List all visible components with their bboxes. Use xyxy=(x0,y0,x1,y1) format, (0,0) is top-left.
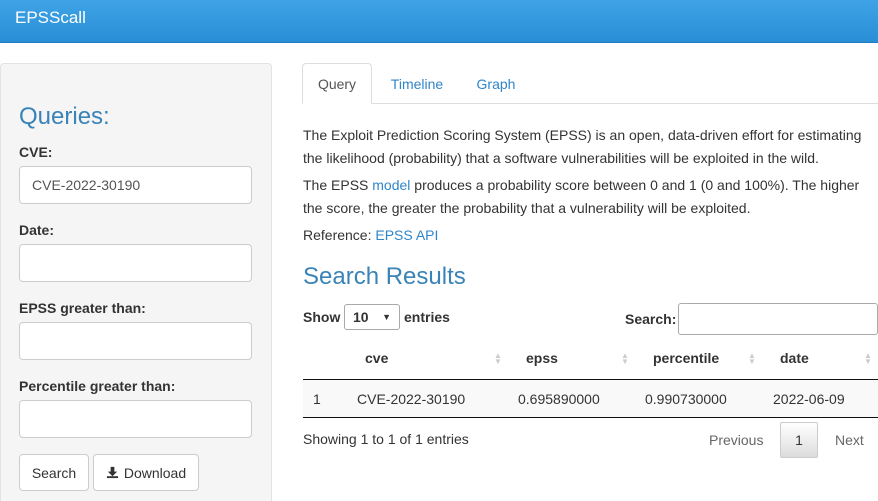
search-button-label: Search xyxy=(31,464,77,481)
table-footer-border xyxy=(303,417,878,418)
app-title[interactable]: EPSScall xyxy=(15,8,86,28)
date-label: Date: xyxy=(19,222,55,238)
reference-label: Reference: xyxy=(303,227,376,243)
epss-cell: 0.695890000 xyxy=(518,391,600,407)
entries-label: entries xyxy=(404,309,450,325)
sort-icon[interactable]: ▲ ▼ xyxy=(748,352,756,366)
column-header-epss[interactable]: epss xyxy=(526,350,558,366)
pagination-current-page[interactable]: 1 xyxy=(780,422,818,458)
download-button-label: Download xyxy=(123,464,187,481)
cve-input[interactable] xyxy=(19,166,252,204)
navbar: EPSScall xyxy=(0,0,878,43)
pagination-previous[interactable]: Previous xyxy=(709,432,763,448)
column-header-date[interactable]: date xyxy=(780,350,809,366)
percentile-input[interactable] xyxy=(19,400,252,438)
tab-graph[interactable]: Graph xyxy=(464,63,528,104)
table-search-input[interactable] xyxy=(678,303,878,335)
model-link[interactable]: model xyxy=(372,177,410,193)
model-text-before: The EPSS xyxy=(303,177,373,193)
sort-icon[interactable]: ▲ ▼ xyxy=(494,352,502,366)
epss-input[interactable] xyxy=(19,322,252,360)
table-info: Showing 1 to 1 of 1 entries xyxy=(303,431,469,447)
intro-paragraph: The Exploit Prediction Scoring System (E… xyxy=(303,127,862,166)
percentile-cell: 0.990730000 xyxy=(645,391,727,407)
epss-label: EPSS greater than: xyxy=(19,300,146,316)
tab-timeline[interactable]: Timeline xyxy=(378,63,456,104)
caret-down-icon: ▼ xyxy=(382,312,391,322)
download-button[interactable]: Download xyxy=(93,454,199,491)
reference-line: Reference: EPSS API xyxy=(303,224,863,247)
current-page-label: 1 xyxy=(795,432,803,448)
epss-api-link[interactable]: EPSS API xyxy=(375,227,438,243)
column-header-percentile[interactable]: percentile xyxy=(653,350,719,366)
date-cell: 2022-06-09 xyxy=(773,391,845,407)
sort-icon[interactable]: ▲ ▼ xyxy=(864,352,872,366)
sidebar-title: Queries: xyxy=(19,103,110,130)
tab-graph-label: Graph xyxy=(476,75,516,92)
cve-cell: CVE-2022-30190 xyxy=(357,391,466,407)
search-button[interactable]: Search xyxy=(19,454,89,491)
column-header-cve[interactable]: cve xyxy=(365,350,388,366)
show-label: Show xyxy=(303,309,341,325)
tab-query-label: Query xyxy=(317,75,357,92)
tab-timeline-label: Timeline xyxy=(390,75,444,92)
cve-label: CVE: xyxy=(19,144,53,160)
percentile-label: Percentile greater than: xyxy=(19,378,176,394)
page-size-value: 10 xyxy=(353,309,369,325)
row-index-cell: 1 xyxy=(313,391,321,407)
page-size-select[interactable]: 10 ▼ xyxy=(344,304,400,330)
search-label: Search: xyxy=(625,311,677,327)
results-title: Search Results xyxy=(303,263,466,290)
pagination-next[interactable]: Next xyxy=(835,432,864,448)
download-icon xyxy=(106,466,118,479)
date-input[interactable] xyxy=(19,244,252,282)
model-paragraph: The EPSS model produces a probability sc… xyxy=(303,174,863,220)
sort-icon[interactable]: ▲ ▼ xyxy=(621,352,629,366)
tab-query[interactable]: Query xyxy=(302,63,372,104)
